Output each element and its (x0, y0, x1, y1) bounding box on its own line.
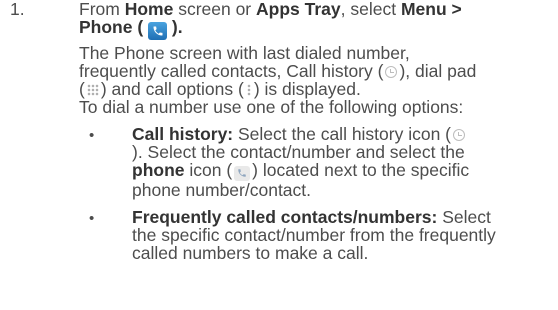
vertical-dots-icon (246, 84, 251, 96)
clock-icon (385, 66, 398, 78)
step-line-1: From Home screen or Apps Tray, select Me… (79, 0, 462, 19)
step-line-2: Phone ( ). (79, 18, 554, 40)
step-instruction: From Home screen or Apps Tray, select Me… (79, 0, 554, 40)
bullet-marker: • (89, 127, 95, 144)
screen-description: The Phone screen with last dialed number… (79, 43, 477, 117)
bullet-marker: • (89, 210, 95, 227)
call-history-title: Call history: (132, 124, 234, 144)
clock-icon (453, 129, 466, 141)
phone-menu-label: Phone ( (79, 17, 144, 37)
dial-pad-icon (86, 84, 99, 96)
bullet-call-history: Call history: Select the call history ic… (132, 124, 470, 200)
instruction-page: 1. From Home screen or Apps Tray, select… (0, 0, 558, 310)
phone-icon (234, 165, 251, 181)
phone-label: phone (132, 160, 185, 180)
bullet-frequently-called: Frequently called contacts/numbers: Sele… (132, 207, 496, 263)
apps-tray-label: Apps Tray (256, 0, 341, 19)
menu-label: Menu > (400, 0, 462, 19)
step-number: 1. (10, 0, 25, 19)
phone-app-icon (148, 22, 168, 40)
frequently-called-title: Frequently called contacts/numbers: (132, 207, 438, 227)
